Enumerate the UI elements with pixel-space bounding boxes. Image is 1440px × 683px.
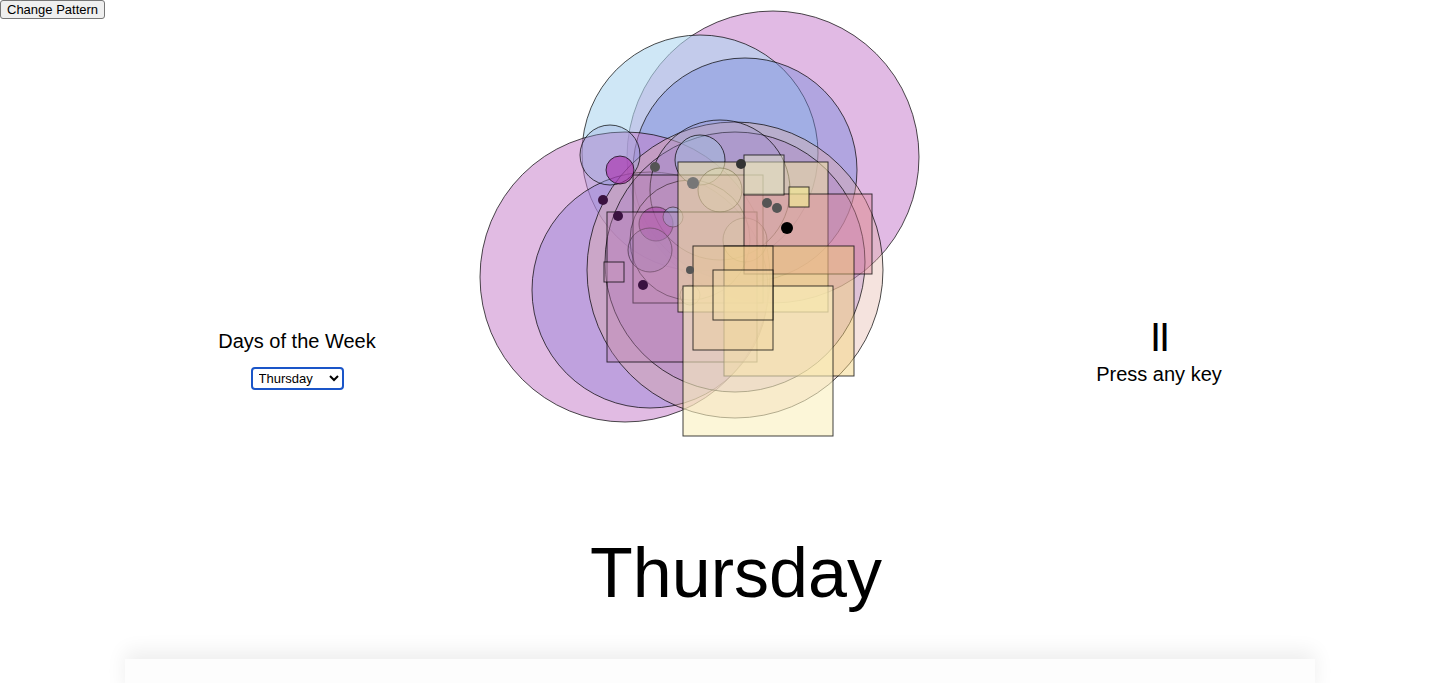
pause-indicator: II Press any key	[934, 19, 1384, 449]
pattern-square	[693, 246, 773, 350]
change-pattern-button[interactable]: Change Pattern	[0, 0, 105, 19]
pattern-dot	[686, 266, 694, 274]
pattern-dot	[598, 195, 608, 205]
pattern-circle	[606, 156, 634, 184]
stage: Days of the Week Thursday II Press any key	[0, 19, 1440, 449]
press-key-hint: Press any key	[1096, 363, 1222, 386]
pattern-square	[789, 187, 809, 207]
footer-shadow	[125, 659, 1315, 683]
pattern-dot	[736, 159, 746, 169]
page: Change Pattern Days of the Week Thursday II…	[0, 0, 1440, 683]
pattern-dot	[772, 203, 782, 213]
top-bar: Change Pattern	[0, 0, 1440, 19]
pattern-canvas	[474, 19, 934, 449]
pattern-dot	[781, 222, 793, 234]
pause-icon: II	[1150, 315, 1168, 359]
pattern-dot	[762, 198, 772, 208]
pattern-dot	[687, 177, 699, 189]
pattern-drawing	[474, 19, 934, 449]
pattern-circle	[580, 125, 640, 185]
day-heading: Thursday	[0, 531, 1440, 615]
pattern-dot	[650, 162, 660, 172]
day-picker: Days of the Week Thursday	[120, 19, 474, 449]
day-select[interactable]: Thursday	[251, 367, 344, 390]
day-picker-label: Days of the Week	[218, 330, 375, 353]
pattern-square	[744, 155, 784, 195]
pattern-square	[604, 262, 624, 282]
pattern-square	[713, 270, 773, 320]
pattern-dot	[613, 211, 623, 221]
pattern-dot	[638, 280, 648, 290]
